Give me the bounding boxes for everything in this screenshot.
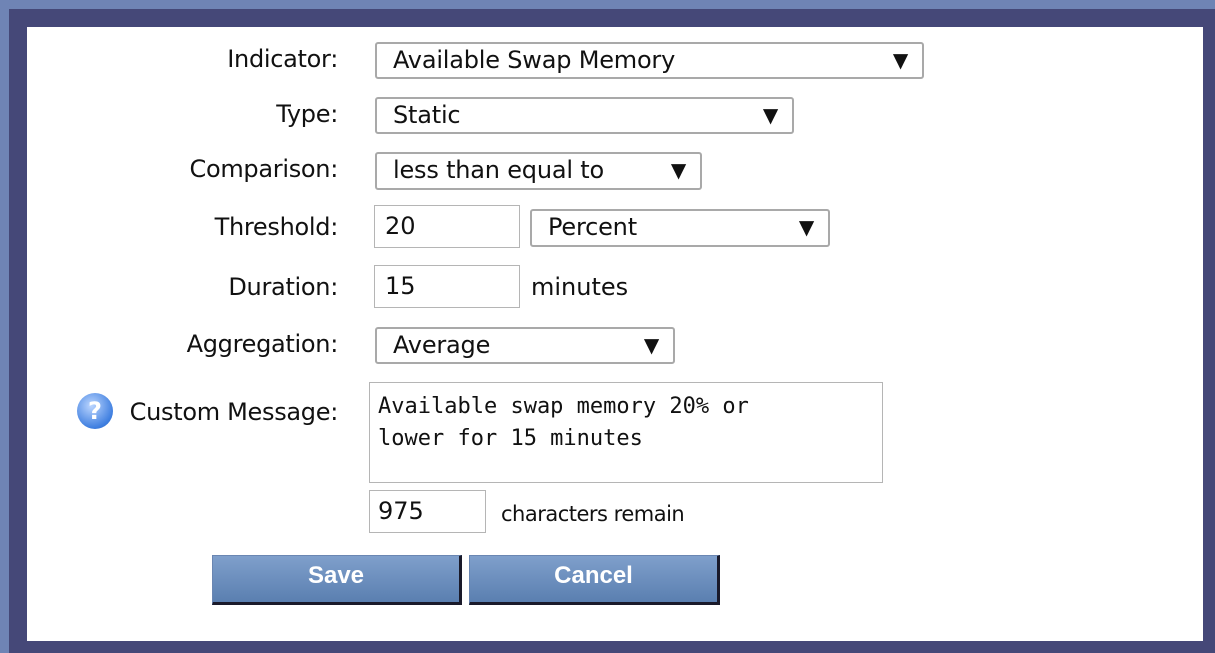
threshold-unit-select[interactable]: Percent ▼	[530, 209, 830, 247]
characters-remaining-count: 975	[369, 490, 486, 533]
custom-message-textarea[interactable]: Available swap memory 20% or lower for 1…	[369, 382, 883, 483]
cancel-button[interactable]: Cancel	[469, 555, 720, 605]
type-value: Static	[393, 101, 461, 129]
threshold-label: Threshold:	[214, 213, 339, 241]
duration-unit: minutes	[531, 273, 629, 301]
save-button[interactable]: Save	[212, 555, 462, 605]
threshold-unit-value: Percent	[548, 213, 637, 241]
indicator-label: Indicator:	[227, 45, 338, 73]
aggregation-label: Aggregation:	[186, 330, 339, 358]
characters-remaining-label: characters remain	[501, 502, 685, 526]
indicator-select[interactable]: Available Swap Memory ▼	[375, 42, 924, 79]
threshold-input[interactable]: 20	[374, 205, 520, 248]
help-icon[interactable]: ?	[77, 393, 113, 429]
custom-message-label: Custom Message:	[129, 398, 339, 426]
dropdown-arrow-icon: ▼	[762, 103, 778, 127]
duration-label: Duration:	[228, 273, 338, 301]
dropdown-arrow-icon: ▼	[892, 48, 908, 72]
comparison-value: less than equal to	[393, 156, 604, 184]
dropdown-arrow-icon: ▼	[643, 333, 659, 357]
comparison-label: Comparison:	[189, 155, 339, 183]
type-select[interactable]: Static ▼	[375, 97, 794, 134]
aggregation-select[interactable]: Average ▼	[375, 327, 675, 364]
dropdown-arrow-icon: ▼	[798, 215, 814, 239]
comparison-select[interactable]: less than equal to ▼	[375, 152, 702, 190]
dropdown-arrow-icon: ▼	[670, 158, 686, 182]
indicator-value: Available Swap Memory	[393, 46, 676, 74]
duration-input[interactable]: 15	[374, 265, 520, 308]
type-label: Type:	[276, 100, 338, 128]
aggregation-value: Average	[393, 331, 491, 359]
